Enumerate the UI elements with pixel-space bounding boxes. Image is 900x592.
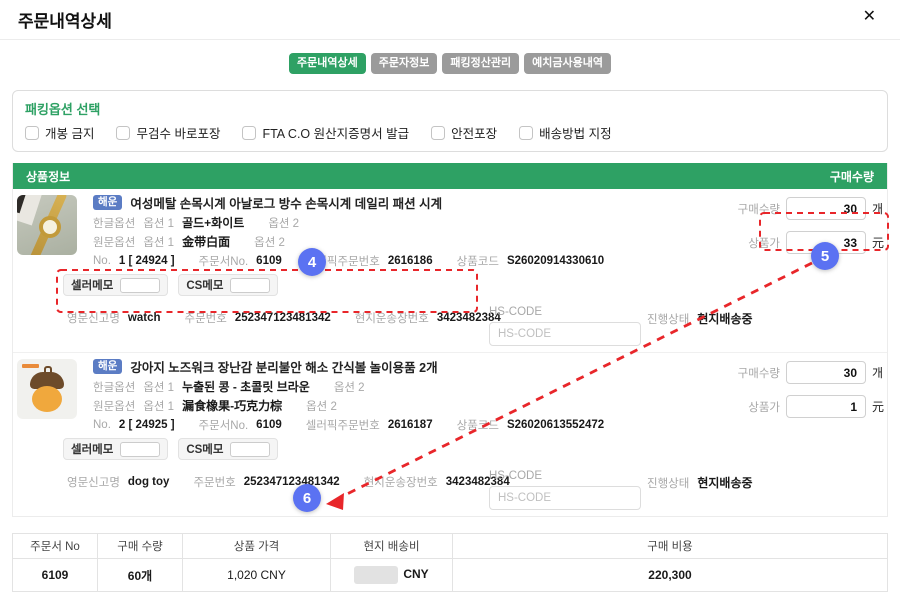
col-product-price: 상품 가격 [183,534,331,559]
product-title: 강아지 노즈워크 장난감 분리불안 해소 간식볼 놀이용품 2개 [130,357,437,376]
col-local-shipping: 현지 배송비 [331,534,453,559]
section-title: 상품정보 [26,168,70,185]
product-row: 해운 여성메탈 손목시계 아날로그 방수 손목시계 데일리 패션 시계 한글옵션… [13,189,887,352]
sellerpick-order-no: 2616186 [388,255,433,267]
hscode-input[interactable] [489,486,641,510]
order-number: 252347123481342 [235,312,331,324]
product-price-input[interactable] [786,395,866,418]
kr-option1-value: 누출된 콩 - 초콜릿 브라운 [182,378,310,395]
packing-option: 안전포장 [431,123,497,142]
page-title: 주문내역상세 [18,7,112,32]
checkbox-safe-packing[interactable] [431,126,445,140]
seller-memo-input[interactable] [120,442,160,457]
packing-options-panel: 패킹옵션 선택 개봉 금지 무검수 바로포장 FTA C.O 원산지증명서 발급… [12,90,888,152]
order-number: 252347123481342 [244,476,340,488]
col-order-sheet-no: 주문서 No [13,534,98,559]
seller-memo-box: 셀러메모 [63,438,168,460]
tab-orderer-info[interactable]: 주문자정보 [371,53,438,74]
shipping-fee-redacted-box [354,566,398,584]
close-icon[interactable]: ✕ [863,9,876,25]
product-no: 2 [ 24925 ] [119,419,175,431]
checkbox-no-open[interactable] [25,126,39,140]
tab-deposit-usage[interactable]: 예치금사용내역 [524,53,611,74]
tab-order-detail[interactable]: 주문내역상세 [289,53,366,74]
summary-header-row: 주문서 No 구매 수량 상품 가격 현지 배송비 구매 비용 [13,534,888,559]
section-qty-header: 구매수량 [830,168,874,185]
orig-option1-value: 金带白面 [182,233,230,250]
hscode-input[interactable] [489,322,641,346]
purchase-qty-input[interactable] [786,197,866,220]
shipping-method-badge: 해운 [93,195,122,211]
order-sheet-no: 6109 [256,419,282,431]
shipping-method-badge: 해운 [93,359,122,375]
declare-name: watch [128,312,161,324]
orig-option1-value: 漏食橡果-巧克力棕 [182,397,282,414]
cs-memo-box: CS메모 [178,274,278,296]
cs-memo-input[interactable] [230,442,270,457]
shipping-currency: CNY [403,567,428,581]
sellerpick-order-no: 2616187 [388,419,433,431]
packing-options-title: 패킹옵션 선택 [25,99,875,118]
tab-packing-settlement[interactable]: 패킹정산관리 [442,53,519,74]
packing-option: FTA C.O 원산지증명서 발급 [242,123,409,142]
product-code: S26020914330610 [507,255,604,267]
seller-memo-box: 셀러메모 [63,274,168,296]
declare-name: dog toy [128,476,170,488]
checkbox-shipping-method[interactable] [519,126,533,140]
progress-status: 현지배송중 [697,474,752,491]
progress-status: 현지배송중 [697,310,752,327]
product-row: 해운 강아지 노즈워크 장난감 분리불안 해소 간식볼 놀이용품 2개 한글옵션… [13,352,887,516]
product-title: 여성메탈 손목시계 아날로그 방수 손목시계 데일리 패션 시계 [130,193,442,212]
packing-option: 무검수 바로포장 [116,123,220,142]
product-code: S26020613552472 [507,419,604,431]
summary-table: 주문서 No 구매 수량 상품 가격 현지 배송비 구매 비용 6109 60개… [12,533,888,592]
product-section: 상품정보 구매수량 해운 여성메탈 손목시계 아날로그 방수 손목시계 데일리 … [12,163,888,517]
cs-memo-box: CS메모 [178,438,278,460]
product-section-header: 상품정보 구매수량 [13,163,887,189]
seller-memo-input[interactable] [120,278,160,293]
checkbox-no-inspection[interactable] [116,126,130,140]
product-no: 1 [ 24924 ] [119,255,175,267]
cs-memo-input[interactable] [230,278,270,293]
packing-options-list: 개봉 금지 무검수 바로포장 FTA C.O 원산지증명서 발급 안전포장 배송… [25,123,875,142]
col-purchase-cost: 구매 비용 [453,534,888,559]
tab-bar: 주문내역상세 주문자정보 패킹정산관리 예치금사용내역 [0,53,900,74]
order-sheet-no: 6109 [256,255,282,267]
checkbox-fta-certificate[interactable] [242,126,256,140]
product-image-watch [17,195,77,255]
purchase-qty-input[interactable] [786,361,866,384]
packing-option: 배송방법 지정 [519,123,611,142]
kr-option1-value: 골드+화이트 [182,214,244,231]
packing-option: 개봉 금지 [25,123,94,142]
col-purchase-qty: 구매 수량 [98,534,183,559]
product-image-acorn-toy [17,359,77,419]
modal-header: 주문내역상세 ✕ [0,0,900,40]
product-price-input[interactable] [786,231,866,254]
